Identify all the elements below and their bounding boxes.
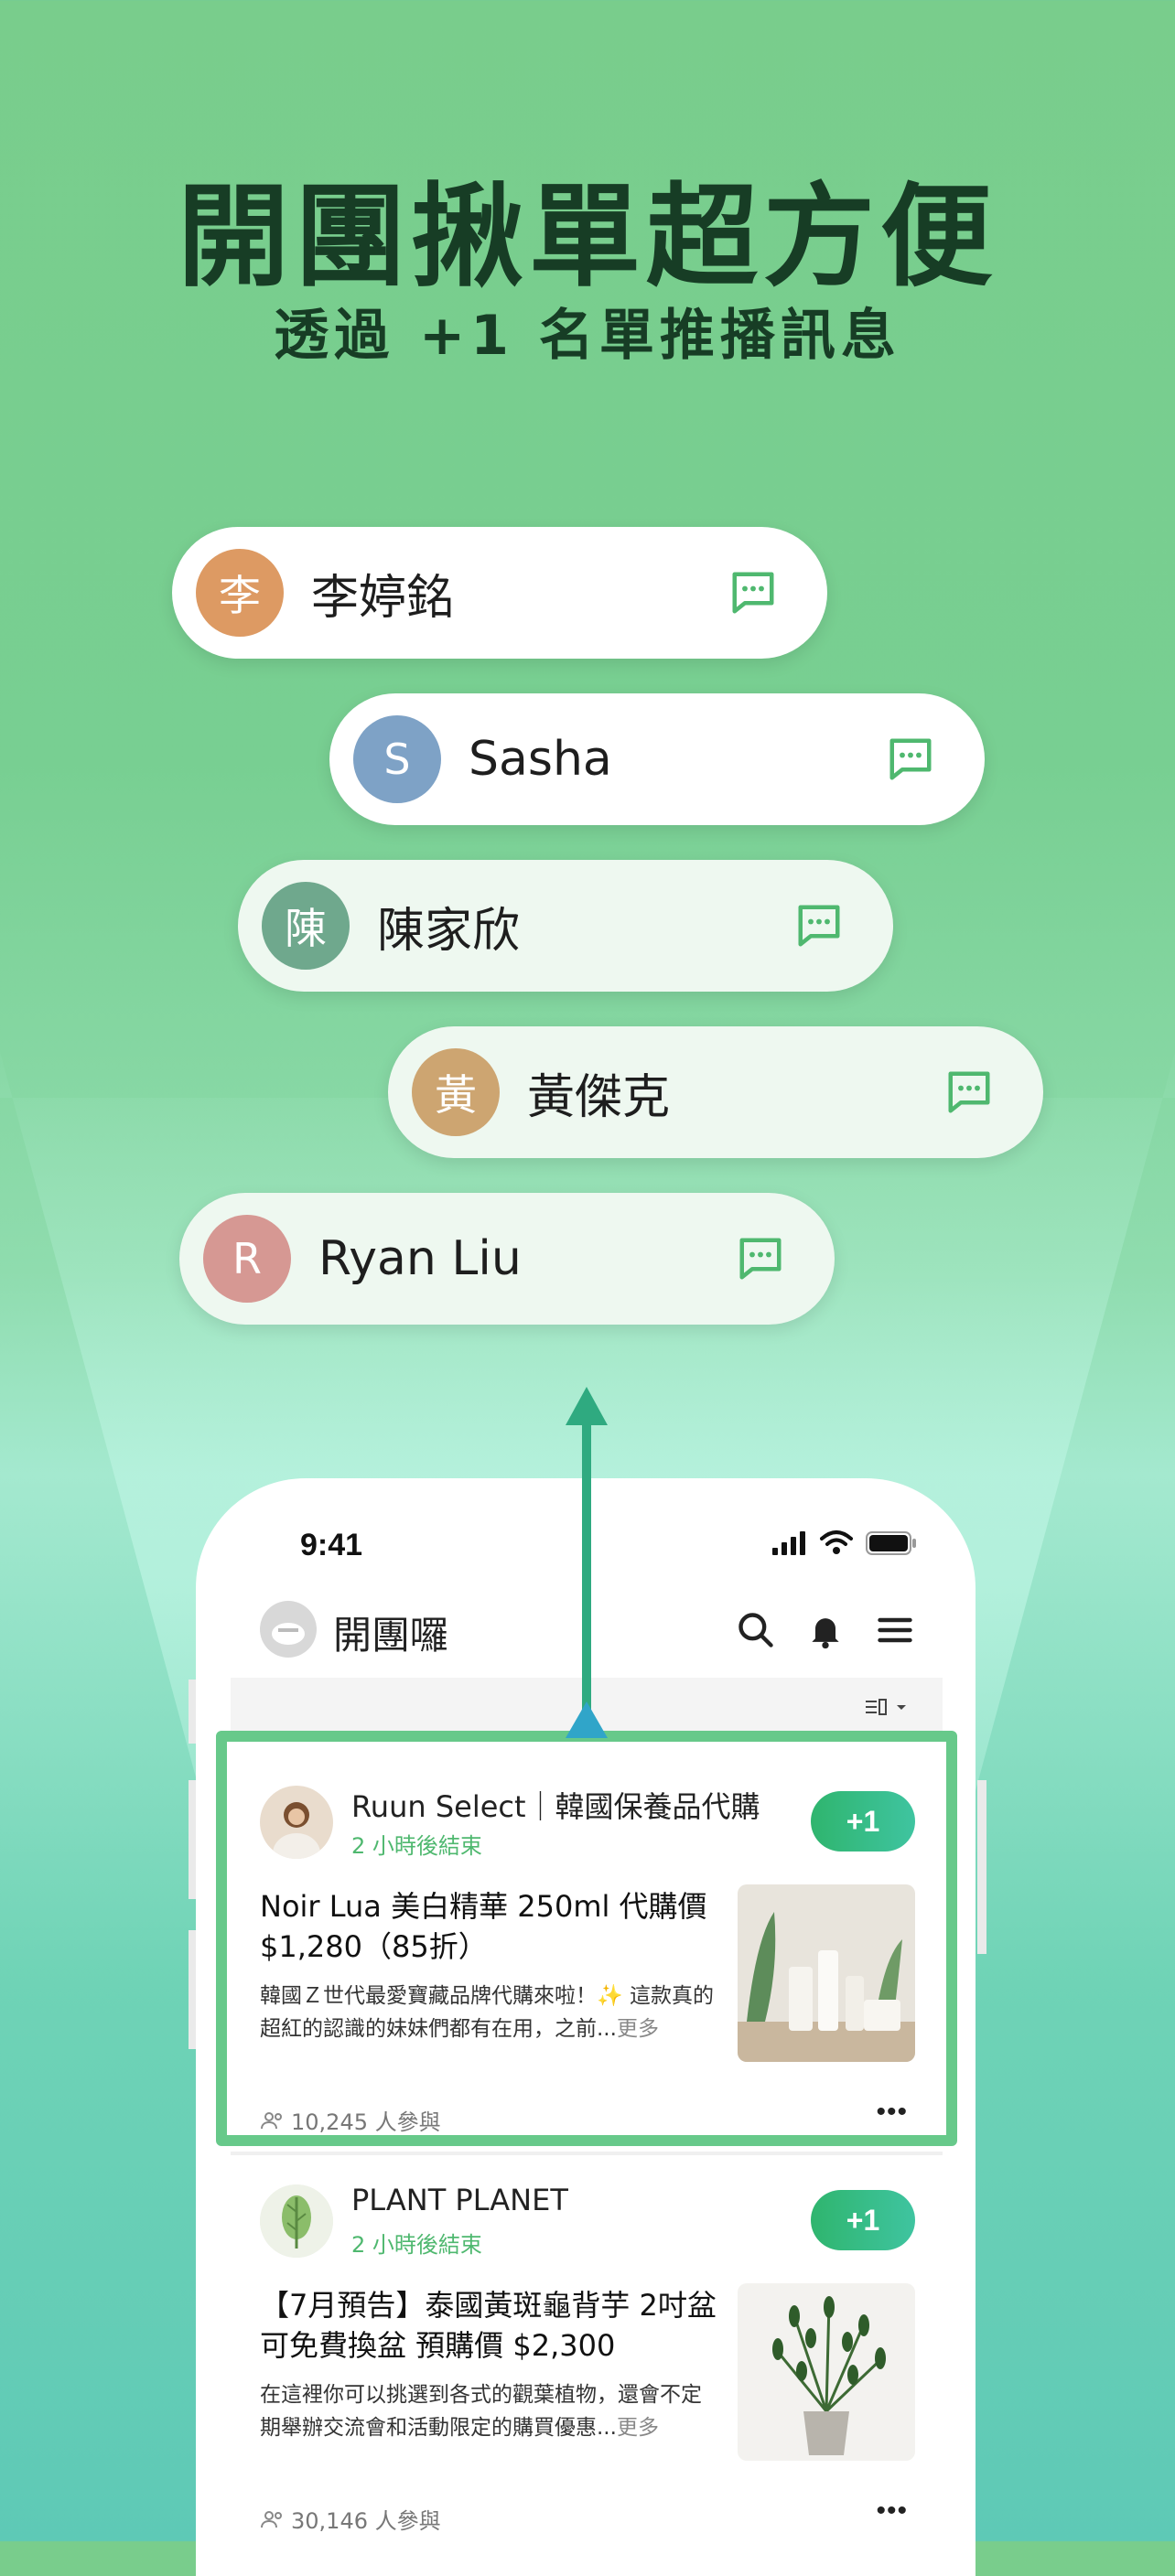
contact-name: Sasha xyxy=(469,732,612,787)
wifi-icon xyxy=(820,1530,853,1554)
more-options-icon[interactable]: ••• xyxy=(876,2496,908,2527)
hero-headline: 開團揪單超方便 xyxy=(178,172,997,302)
app-name: 開團囉 xyxy=(333,1613,449,1658)
app-logo xyxy=(260,1601,317,1658)
product-image xyxy=(738,2283,915,2461)
more-link[interactable]: 更多 xyxy=(617,2416,659,2440)
arrow-head xyxy=(566,1387,608,1425)
end-time: 2 小時後結束 xyxy=(351,2232,482,2258)
menu-icon[interactable] xyxy=(875,1610,915,1650)
upload-arrow xyxy=(582,1409,591,1729)
avatar: 陳 xyxy=(262,882,350,970)
contact-pill[interactable]: 李 李婷銘 xyxy=(172,527,827,659)
arrow-base xyxy=(566,1701,608,1738)
message-icon[interactable] xyxy=(944,1068,994,1117)
post-card[interactable]: PLANT PLANET 2 小時後結束 +1 【7月預告】泰國黃斑龜背芋 2吋… xyxy=(231,2157,943,2560)
shop-name: PLANT PLANET xyxy=(351,2183,568,2217)
avatar: R xyxy=(203,1215,291,1303)
highlight-frame xyxy=(216,1731,957,2146)
shop-avatar xyxy=(260,2184,333,2258)
avatar: S xyxy=(353,715,441,803)
search-icon[interactable] xyxy=(736,1610,776,1650)
contact-name: Ryan Liu xyxy=(318,1231,522,1286)
contact-pill[interactable]: S Sasha xyxy=(329,693,985,825)
message-icon[interactable] xyxy=(794,901,844,950)
signal-icon xyxy=(772,1531,805,1555)
message-icon[interactable] xyxy=(886,735,935,784)
post-description: 在這裡你可以挑選到各式的觀葉植物，還會不定期舉辦交流會和活動限定的購買優惠...… xyxy=(260,2378,717,2444)
people-icon xyxy=(261,2510,282,2528)
participants: 30,146 人參與 xyxy=(260,2503,441,2535)
battery-icon xyxy=(866,1531,916,1555)
avatar: 黃 xyxy=(412,1048,500,1136)
post-title: 【7月預告】泰國黃斑龜背芋 2吋盆可免費換盆 預購價 $2,300 xyxy=(260,2288,717,2363)
contact-pill[interactable]: R Ryan Liu xyxy=(179,1193,835,1325)
plus-one-button[interactable]: +1 xyxy=(811,2190,915,2250)
phone-side-button xyxy=(977,1780,986,1954)
view-toggle-icon[interactable] xyxy=(864,1696,910,1718)
bell-icon[interactable] xyxy=(805,1610,846,1650)
contact-name: 黃傑克 xyxy=(527,1069,671,1125)
message-icon[interactable] xyxy=(736,1234,785,1283)
message-icon[interactable] xyxy=(728,568,778,617)
divider xyxy=(231,2152,943,2155)
participant-count: 30,146 人參與 xyxy=(291,2508,441,2534)
status-time: 9:41 xyxy=(300,1528,363,1562)
avatar: 李 xyxy=(196,549,284,637)
contact-name: 李婷銘 xyxy=(311,570,455,626)
contact-pill[interactable]: 陳 陳家欣 xyxy=(238,860,893,992)
hero-subline: 透過 +1 名單推播訊息 xyxy=(274,304,901,368)
contact-name: 陳家欣 xyxy=(377,903,521,959)
contact-pill[interactable]: 黃 黃傑克 xyxy=(388,1026,1043,1158)
